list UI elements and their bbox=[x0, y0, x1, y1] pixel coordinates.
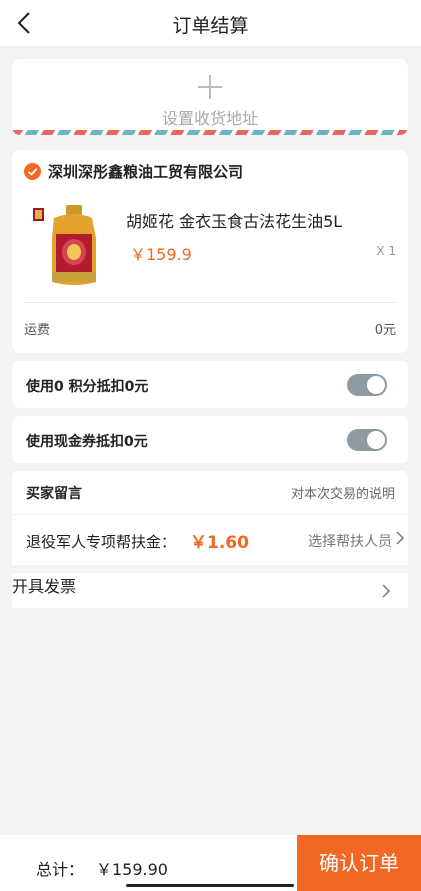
toggle-knob bbox=[367, 431, 385, 449]
product-price: ￥159.9 bbox=[130, 245, 192, 264]
total-label: 总计： bbox=[36, 860, 85, 879]
points-row: 使用0 积分抵扣0元 bbox=[12, 361, 408, 408]
invoice-label: 开具发票 bbox=[12, 577, 77, 596]
shop-card: 深圳深彤鑫粮油工贸有限公司 胡姬花 金衣玉食古法花生油5L ￥159.9 X 1… bbox=[12, 150, 408, 353]
veteran-fund-amount: ￥1.60 bbox=[190, 533, 249, 553]
product-quantity: X 1 bbox=[376, 244, 396, 258]
shipping-label: 运费 bbox=[24, 323, 51, 338]
select-beneficiary-label: 选择帮扶人员 bbox=[308, 534, 392, 550]
shipping-value: 0元 bbox=[374, 323, 396, 338]
check-icon[interactable] bbox=[24, 163, 41, 180]
points-label: 使用0 积分抵扣0元 bbox=[26, 379, 149, 395]
product-image[interactable] bbox=[24, 202, 108, 290]
points-toggle[interactable] bbox=[347, 374, 387, 396]
airmail-stripe bbox=[12, 130, 408, 135]
set-address-label: 设置收货地址 bbox=[161, 109, 258, 128]
message-block: 买家留言 对本次交易的说明 退役军人专项帮扶金： ￥1.60 选择帮扶人员 bbox=[12, 471, 408, 565]
plus-icon bbox=[198, 75, 222, 99]
divider bbox=[24, 302, 396, 303]
voucher-row: 使用现金券抵扣0元 bbox=[12, 416, 408, 463]
select-beneficiary-link[interactable]: 选择帮扶人员 bbox=[308, 531, 392, 551]
total-value: ￥159.90 bbox=[96, 860, 168, 879]
invoice-row[interactable]: 开具发票 bbox=[12, 573, 408, 608]
chevron-right-icon[interactable] bbox=[381, 584, 391, 598]
divider bbox=[12, 514, 408, 515]
shop-name: 深圳深彤鑫粮油工贸有限公司 bbox=[48, 163, 244, 181]
toggle-knob bbox=[367, 376, 385, 394]
address-card[interactable]: 设置收货地址 bbox=[12, 59, 408, 135]
checkout-bar: 总计： ￥159.90 确认订单 bbox=[0, 835, 421, 891]
veteran-fund-label: 退役军人专项帮扶金： bbox=[26, 533, 177, 551]
voucher-label: 使用现金券抵扣0元 bbox=[26, 434, 148, 450]
home-indicator bbox=[126, 884, 294, 887]
buyer-message-input[interactable]: 对本次交易的说明 bbox=[291, 483, 395, 502]
product-name[interactable]: 胡姬花 金衣玉食古法花生油5L bbox=[126, 208, 342, 232]
nav-bar: 订单结算 bbox=[0, 0, 421, 46]
confirm-order-button[interactable]: 确认订单 bbox=[297, 835, 421, 891]
buyer-message-label: 买家留言 bbox=[26, 486, 82, 502]
page-title: 订单结算 bbox=[172, 15, 249, 37]
chevron-right-icon[interactable] bbox=[395, 531, 405, 545]
voucher-toggle[interactable] bbox=[347, 429, 387, 451]
